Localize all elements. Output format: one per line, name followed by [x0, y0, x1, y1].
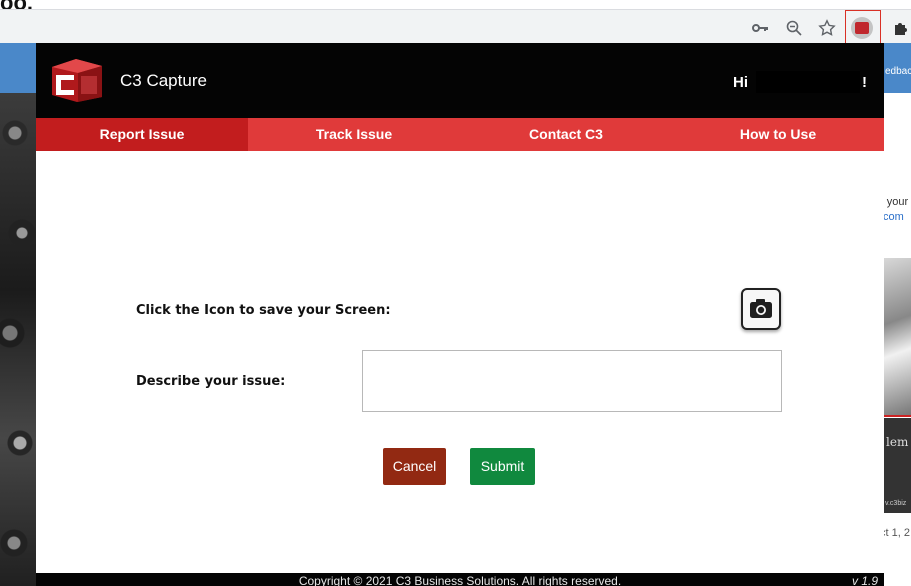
issue-description-label: Describe your issue:	[136, 374, 286, 389]
background-text: lem	[886, 435, 909, 449]
star-icon[interactable]	[817, 19, 837, 39]
background-text: v.c3biz	[885, 500, 907, 507]
background-text: r your	[880, 196, 909, 208]
background-image-left	[0, 93, 36, 586]
browser-toolbar	[0, 9, 911, 46]
screen-capture-label: Click the Icon to save your Screen:	[136, 303, 391, 318]
version-text: v 1.9	[851, 574, 878, 586]
greeting-end: !	[862, 74, 867, 91]
nav-bar: Report Issue Track Issue Contact C3 How …	[36, 118, 884, 151]
tab-contact-c3[interactable]: Contact C3	[460, 118, 672, 151]
app-title: C3 Capture	[120, 71, 207, 90]
tab-how-to-use[interactable]: How to Use	[672, 118, 884, 151]
popup-header: C3 Capture Hi !	[36, 43, 884, 118]
camera-icon	[750, 299, 772, 318]
key-icon[interactable]	[750, 19, 770, 39]
background-dark-block: lem v.c3biz	[884, 418, 911, 513]
copyright-text: Copyright © 2021 C3 Business Solutions. …	[298, 574, 622, 586]
issue-description-input[interactable]	[362, 350, 782, 412]
c3-capture-popup: C3 Capture Hi ! Report Issue Track Issue…	[36, 43, 884, 586]
browser-top-strip: oo.	[0, 0, 911, 9]
camera-button[interactable]	[741, 288, 781, 330]
top-cut-text: oo.	[0, 0, 33, 9]
zoom-icon[interactable]	[784, 19, 804, 39]
tab-track-issue[interactable]: Track Issue	[248, 118, 460, 151]
redacted-username	[756, 71, 860, 93]
background-text: ct 1, 2	[880, 527, 910, 539]
background-image-right	[884, 258, 911, 417]
submit-button[interactable]: Submit	[470, 448, 535, 485]
footer: Copyright © 2021 C3 Business Solutions. …	[36, 573, 884, 586]
puzzle-icon[interactable]	[893, 20, 909, 41]
cancel-button[interactable]: Cancel	[383, 448, 446, 485]
tab-report-issue[interactable]: Report Issue	[36, 118, 248, 151]
extension-c3-icon[interactable]	[851, 17, 873, 39]
background-text: edbac	[885, 66, 911, 77]
greeting: Hi	[733, 74, 748, 91]
c3-tms-logo	[50, 57, 105, 103]
